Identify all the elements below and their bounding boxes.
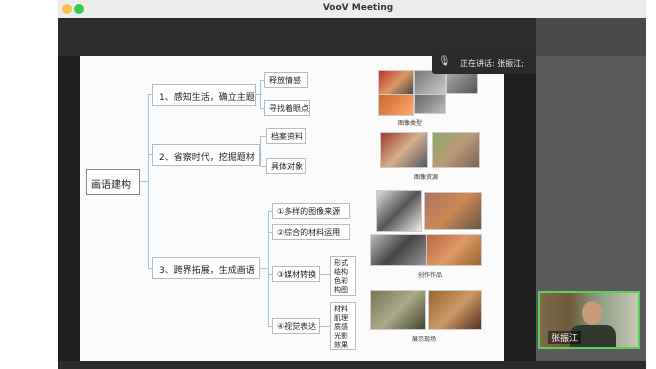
participant-head: [582, 301, 602, 325]
caption-3: 创作作品: [418, 272, 443, 279]
branch-3: 3、跨界拓展，生成画语: [152, 257, 260, 279]
visual-detail: 材料 肌理 质感 光影 效果: [330, 302, 356, 350]
branch-3-child-4: ④视觉表达: [272, 318, 320, 334]
photo-thumbnail: [424, 192, 482, 230]
photo-thumbnail: [370, 234, 428, 266]
branch-3-child-2: ②综合的材料运用: [272, 224, 350, 240]
caption-2: 图像资源: [414, 174, 439, 181]
photo-thumbnail: [380, 132, 428, 168]
mindmap-root: 画语建构: [86, 169, 140, 195]
speaking-indicator: 🎙 正在讲话: 张振江;: [432, 52, 536, 74]
participant-name: 张振江: [548, 331, 582, 344]
branch-1-child-2: 寻找着眼点: [264, 100, 310, 116]
branch-3-child-1: ①多样的图像来源: [272, 203, 350, 219]
window-title: VooV Meeting: [322, 3, 394, 13]
branch-2: 2、省察时代，挖掘题材: [152, 144, 260, 166]
branch-1: 1、感知生活，确立主题: [152, 84, 256, 106]
photo-thumbnail: [428, 290, 482, 330]
caption-1: 图像类型: [398, 120, 423, 127]
photo-thumbnail: [376, 190, 422, 232]
branch-3-child-3: ③媒材转换: [272, 266, 320, 282]
photo-thumbnail: [378, 70, 414, 96]
title-bar: VooV Meeting: [58, 0, 646, 18]
branch-1-child-1: 释放情感: [264, 72, 308, 88]
photo-thumbnail: [432, 132, 480, 168]
photo-thumbnail: [378, 94, 414, 116]
shared-slide: 画语建构 1、感知生活，确立主题 2、省察时代，挖掘题材 3、跨界拓展，生成画语…: [80, 56, 504, 365]
branch-2-child-1: 档案资料: [266, 128, 306, 144]
photo-thumbnail: [414, 94, 446, 114]
branch-2-child-2: 具体对象: [266, 158, 306, 174]
caption-4: 展示现场: [412, 336, 437, 343]
microphone-icon: 🎙: [438, 56, 451, 67]
photo-thumbnail: [426, 234, 482, 266]
media-detail: 形式 结构 色彩 构图: [330, 256, 356, 296]
speaking-text: 正在讲话: 张振江;: [460, 59, 524, 68]
desktop-background: [0, 0, 58, 369]
bottom-bar: [58, 361, 646, 369]
photo-thumbnail: [370, 290, 426, 330]
participant-video-tile[interactable]: 张振江: [538, 291, 640, 349]
